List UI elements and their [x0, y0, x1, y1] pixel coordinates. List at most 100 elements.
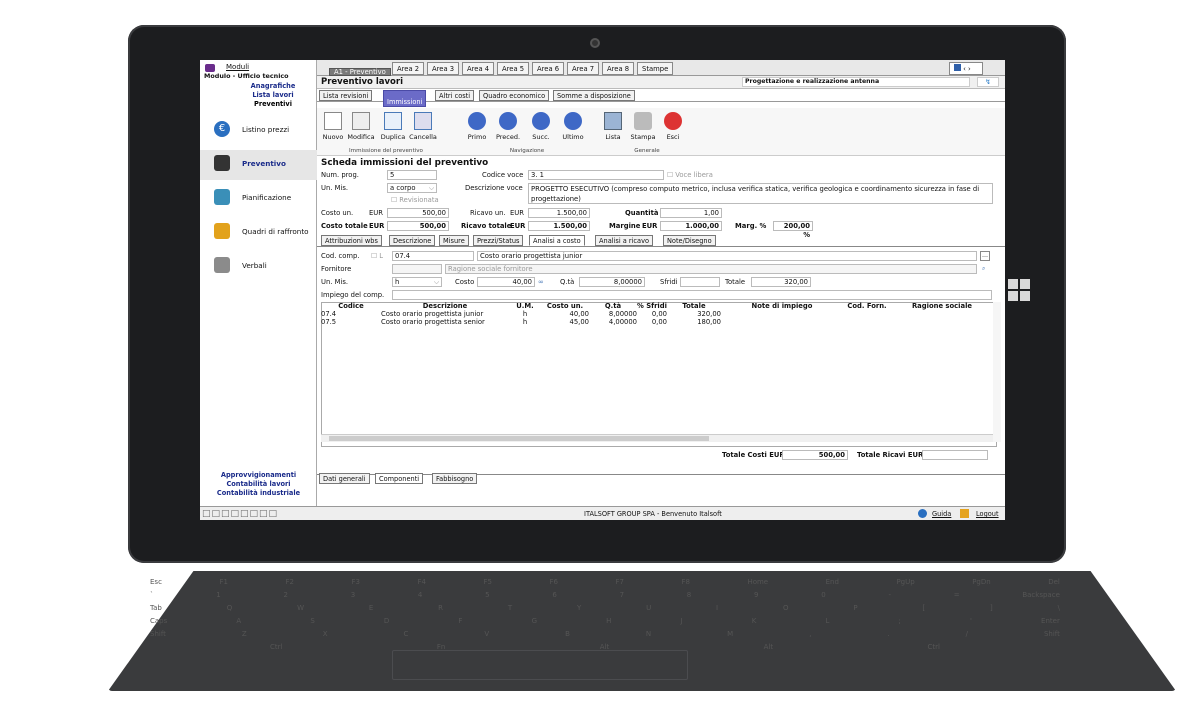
- keyboard-key[interactable]: Tab: [150, 602, 162, 615]
- keyboard-key[interactable]: PgUp: [896, 576, 914, 589]
- subtab-quadro-economico[interactable]: Quadro economico: [479, 90, 550, 101]
- column-header[interactable]: Descrizione: [381, 302, 509, 310]
- fornitore-name-field[interactable]: Ragione sociale fornitore: [445, 264, 977, 274]
- subtab-somme-a-disposizione[interactable]: Somme a disposizione: [553, 90, 635, 101]
- keyboard-key[interactable]: Esc: [150, 576, 162, 589]
- costo-un-field[interactable]: 500,00: [387, 208, 449, 218]
- sidebar-item-verbali[interactable]: Verbali: [200, 252, 317, 282]
- keyboard-key[interactable]: F8: [681, 576, 689, 589]
- keyboard-key[interactable]: 6: [552, 589, 556, 602]
- keyboard-key[interactable]: =: [954, 589, 960, 602]
- tab-a1-preventivo[interactable]: A1 - Preventivo: [329, 68, 391, 76]
- modifica-button[interactable]: Modifica: [347, 112, 375, 141]
- keyboard-key[interactable]: X: [323, 628, 328, 641]
- keyboard-key[interactable]: 8: [687, 589, 691, 602]
- keyboard-key[interactable]: Caps: [150, 615, 167, 628]
- keyboard-key[interactable]: F5: [483, 576, 491, 589]
- analisi-costo-field[interactable]: 40,00: [477, 277, 535, 287]
- column-header[interactable]: Note di impiego: [721, 302, 843, 310]
- keyboard-key[interactable]: 4: [418, 589, 422, 602]
- binoculars-icon[interactable]: ⌕: [982, 265, 985, 273]
- tab-area-8[interactable]: Area 8: [602, 62, 635, 75]
- tab-area-5[interactable]: Area 5: [497, 62, 530, 75]
- keyboard-key[interactable]: Del: [1048, 576, 1060, 589]
- keyboard-key[interactable]: U: [646, 602, 651, 615]
- voce-libera-checkbox[interactable]: ☐ Voce libera: [667, 171, 713, 179]
- tab-attribuzioni-wbs[interactable]: Attribuzioni wbs: [321, 235, 382, 246]
- ricavo-un-field[interactable]: 1.500,00: [528, 208, 590, 218]
- keyboard-key[interactable]: \: [1058, 602, 1060, 615]
- quantita-field[interactable]: 1,00: [660, 208, 722, 218]
- keyboard-key[interactable]: F2: [285, 576, 293, 589]
- sidebar-item-listino-prezzi[interactable]: € Listino prezzi: [200, 116, 317, 146]
- save-icon[interactable]: [954, 64, 961, 71]
- preced-button[interactable]: Preced.: [494, 112, 522, 141]
- keyboard-key[interactable]: J: [681, 615, 683, 628]
- binoculars-icon[interactable]: ∞: [538, 278, 544, 286]
- stampa-button[interactable]: Stampa: [629, 112, 657, 141]
- keyboard-key[interactable]: Q: [227, 602, 233, 615]
- keyboard-key[interactable]: ;: [898, 615, 900, 628]
- keyboard-key[interactable]: 5: [485, 589, 489, 602]
- subtab-lista-revisioni[interactable]: Lista revisioni: [319, 90, 373, 101]
- codice-voce-field[interactable]: 3. 1: [528, 170, 664, 180]
- moduli-link[interactable]: Moduli: [226, 63, 249, 71]
- keyboard-key[interactable]: S: [310, 615, 314, 628]
- keyboard-key[interactable]: End: [826, 576, 839, 589]
- keyboard-key[interactable]: Z: [242, 628, 247, 641]
- keyboard-key[interactable]: V: [484, 628, 489, 641]
- keyboard-key[interactable]: F1: [219, 576, 227, 589]
- keyboard-key[interactable]: T: [508, 602, 512, 615]
- window-controls[interactable]: ‹ ›: [949, 62, 983, 75]
- esci-button[interactable]: Esci: [659, 112, 687, 141]
- keyboard-key[interactable]: D: [384, 615, 389, 628]
- sidebar-link-preventivi[interactable]: Preventivi: [240, 100, 306, 109]
- sidebar-item-pianificazione[interactable]: Pianificazione: [200, 184, 317, 214]
- tab-area-3[interactable]: Area 3: [427, 62, 460, 75]
- subtab-altri-costi[interactable]: Altri costi: [435, 90, 475, 101]
- column-header[interactable]: Ragione sociale: [891, 302, 993, 310]
- sidebar-link-approvvigionamenti[interactable]: Approvvigionamenti: [200, 471, 317, 480]
- column-header[interactable]: Costo un.: [541, 302, 589, 310]
- lookup-button[interactable]: …: [980, 251, 990, 261]
- tab-area-2[interactable]: Area 2: [392, 62, 425, 75]
- keyboard-key[interactable]: ]: [990, 602, 993, 615]
- keyboard-key[interactable]: O: [783, 602, 789, 615]
- tab-area-4[interactable]: Area 4: [462, 62, 495, 75]
- keyboard-key[interactable]: 1: [216, 589, 220, 602]
- keyboard-key[interactable]: Alt: [764, 641, 773, 654]
- sidebar-item-preventivo[interactable]: Preventivo: [200, 150, 317, 180]
- column-header[interactable]: Codice: [321, 302, 381, 310]
- column-header[interactable]: Q.tà: [589, 302, 637, 310]
- keyboard-key[interactable]: L: [825, 615, 829, 628]
- tab-componenti[interactable]: Componenti: [375, 473, 424, 484]
- tab-stampe[interactable]: Stampe: [637, 62, 674, 75]
- keyboard-key[interactable]: W: [297, 602, 304, 615]
- keyboard-key[interactable]: I: [716, 602, 718, 615]
- succ-button[interactable]: Succ.: [527, 112, 555, 141]
- keyboard-key[interactable]: Ctrl: [928, 641, 940, 654]
- keyboard-key[interactable]: Enter: [1041, 615, 1060, 628]
- keyboard-key[interactable]: -: [888, 589, 891, 602]
- table-row[interactable]: 07.5 Costo orario progettista senior h 45,0…: [321, 318, 993, 326]
- tab-analisi-a-costo[interactable]: Analisi a costo: [529, 235, 585, 246]
- keyboard-key[interactable]: F6: [549, 576, 557, 589]
- cod-comp-checkbox[interactable]: ☐ L: [371, 252, 383, 260]
- keyboard-key[interactable]: Ctrl: [270, 641, 282, 654]
- guida-link[interactable]: Guida: [932, 510, 951, 518]
- keyboard-key[interactable]: B: [565, 628, 570, 641]
- sidebar-link-anagrafiche[interactable]: Anagrafiche: [240, 82, 306, 91]
- keyboard-key[interactable]: 7: [620, 589, 624, 602]
- sidebar-link-contabilita-lavori[interactable]: Contabilità lavori: [200, 480, 317, 489]
- keyboard-key[interactable]: E: [369, 602, 373, 615]
- duplica-button[interactable]: Duplica: [379, 112, 407, 141]
- help-icon[interactable]: [918, 509, 927, 518]
- keyboard-key[interactable]: H: [606, 615, 611, 628]
- logout-link[interactable]: Logout: [976, 510, 999, 518]
- scrollbar-thumb[interactable]: [329, 436, 709, 441]
- fornitore-code-field[interactable]: [392, 264, 442, 274]
- tab-area-6[interactable]: Area 6: [532, 62, 565, 75]
- keyboard-key[interactable]: K: [752, 615, 757, 628]
- keyboard-key[interactable]: A: [236, 615, 241, 628]
- column-header[interactable]: U.M.: [509, 302, 541, 310]
